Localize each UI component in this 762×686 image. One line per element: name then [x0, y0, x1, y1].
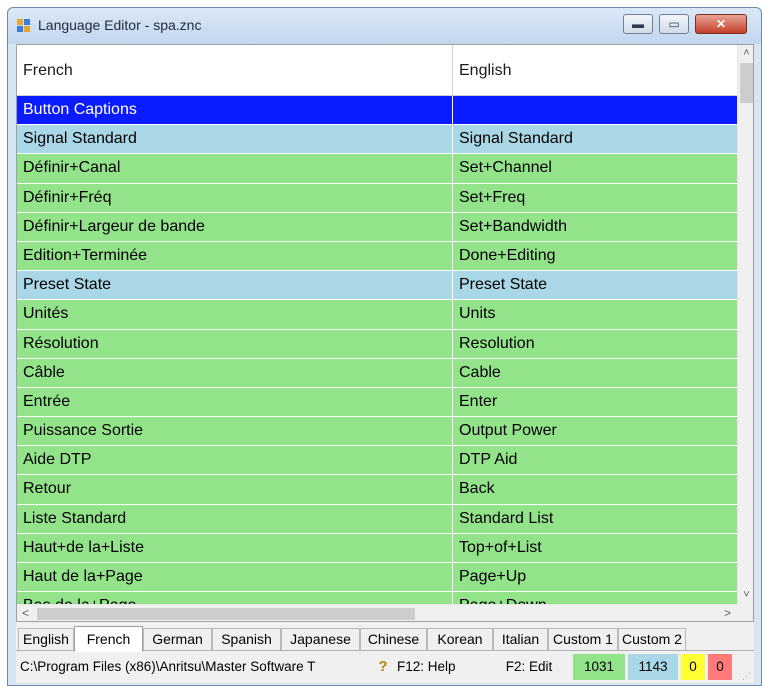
table-row[interactable]: Définir+Fréq Set+Freq	[17, 183, 737, 213]
french-cell[interactable]: Unités	[17, 300, 453, 329]
grid-rows: Button Captions Signal Standard Signal Sta…	[17, 96, 737, 621]
tab-custom-2[interactable]: Custom 2	[618, 628, 686, 650]
french-cell[interactable]: Button Captions	[17, 96, 453, 125]
tab-japanese[interactable]: Japanese	[281, 628, 360, 650]
english-cell[interactable]: DTP Aid	[453, 446, 737, 474]
french-cell[interactable]: Définir+Canal	[17, 154, 453, 183]
file-path: C:\Program Files (x86)\Anritsu\Master So…	[20, 659, 316, 674]
english-cell[interactable]: Page+Up	[453, 563, 737, 591]
translation-grid: French English Button Captions Signal Sta…	[16, 44, 754, 622]
section-row[interactable]: Signal Standard Signal Standard	[17, 125, 737, 155]
english-cell[interactable]: Standard List	[453, 505, 737, 533]
vertical-scroll-thumb[interactable]	[740, 63, 753, 103]
tab-english[interactable]: English	[18, 628, 74, 650]
tab-spanish[interactable]: Spanish	[212, 628, 281, 650]
grid-header: French English	[17, 45, 737, 96]
app-icon	[17, 19, 31, 33]
scrollbar-corner	[737, 604, 753, 621]
english-cell[interactable]: Signal Standard	[453, 125, 737, 153]
french-cell[interactable]: Retour	[17, 475, 453, 504]
english-cell[interactable]: Top+of+List	[453, 534, 737, 562]
english-cell[interactable]: Output Power	[453, 417, 737, 445]
english-cell[interactable]: Set+Channel	[453, 154, 737, 182]
count-green: 1031	[573, 654, 625, 680]
french-cell[interactable]: Puissance Sortie	[17, 417, 453, 446]
english-cell[interactable]: Resolution	[453, 330, 737, 358]
french-cell[interactable]: Définir+Largeur de bande	[17, 212, 453, 241]
french-cell[interactable]: Haut+de la+Liste	[17, 533, 453, 562]
tab-korean[interactable]: Korean	[427, 628, 493, 650]
language-editor-window: Language Editor - spa.znc ▬ ▭ ✕ French E…	[7, 7, 762, 686]
english-cell[interactable]: Set+Bandwidth	[453, 213, 737, 241]
help-label: F12: Help	[397, 659, 456, 674]
edit-panel[interactable]: F2: Edit	[488, 654, 570, 680]
horizontal-scrollbar[interactable]: < >	[17, 604, 737, 621]
english-cell[interactable]	[453, 96, 737, 125]
maximize-button[interactable]: ▭	[659, 14, 689, 34]
tab-french[interactable]: French	[74, 626, 143, 652]
french-cell[interactable]: Entrée	[17, 387, 453, 417]
column-header-english[interactable]: English	[453, 45, 737, 96]
french-cell[interactable]: Définir+Fréq	[17, 183, 453, 212]
vertical-scrollbar[interactable]: ˄ ˅	[737, 45, 753, 604]
table-row[interactable]: Aide DTP DTP Aid	[17, 446, 737, 476]
tab-german[interactable]: German	[143, 628, 212, 650]
scroll-up-icon[interactable]: ˄	[738, 45, 753, 62]
english-cell[interactable]: Set+Freq	[453, 184, 737, 212]
scroll-down-icon[interactable]: ˅	[738, 587, 753, 604]
french-cell[interactable]: Preset State	[17, 271, 453, 300]
tab-custom-1[interactable]: Custom 1	[548, 628, 618, 650]
table-row[interactable]: Liste Standard Standard List	[17, 504, 737, 534]
tab-chinese[interactable]: Chinese	[360, 628, 427, 650]
resize-grip-icon[interactable]: ⋰	[742, 671, 752, 681]
french-cell[interactable]: Edition+Terminée	[17, 241, 453, 271]
english-cell[interactable]: Preset State	[453, 271, 737, 299]
scroll-left-icon[interactable]: <	[17, 605, 34, 621]
english-cell[interactable]: Back	[453, 475, 737, 503]
title-bar[interactable]: Language Editor - spa.znc ▬ ▭ ✕	[8, 8, 761, 44]
client-area: French English Button Captions Signal Sta…	[16, 44, 754, 683]
table-row[interactable]: Haut+de la+Liste Top+of+List	[17, 533, 737, 563]
table-row[interactable]: Résolution Resolution	[17, 329, 737, 359]
table-row[interactable]: Câble Cable	[17, 358, 737, 388]
table-row[interactable]: Haut de la+Page Page+Up	[17, 563, 737, 593]
table-row[interactable]: Retour Back	[17, 475, 737, 505]
status-bar: C:\Program Files (x86)\Anritsu\Master So…	[16, 650, 754, 683]
close-button[interactable]: ✕	[695, 14, 747, 34]
french-cell[interactable]: Haut de la+Page	[17, 563, 453, 592]
window-title: Language Editor - spa.znc	[38, 17, 202, 33]
tab-italian[interactable]: Italian	[493, 628, 548, 650]
count-red: 0	[708, 654, 732, 680]
count-yellow: 0	[681, 654, 705, 680]
horizontal-scroll-thumb[interactable]	[37, 608, 415, 620]
french-cell[interactable]: Résolution	[17, 329, 453, 358]
help-panel[interactable]: ? F12: Help	[371, 654, 485, 680]
table-row[interactable]: Edition+Terminée Done+Editing	[17, 241, 737, 272]
table-row[interactable]: Entrée Enter	[17, 387, 737, 418]
english-cell[interactable]: Cable	[453, 359, 737, 387]
scroll-right-icon[interactable]: >	[719, 605, 736, 621]
english-cell[interactable]: Units	[453, 300, 737, 328]
english-cell[interactable]: Enter	[453, 388, 737, 416]
french-cell[interactable]: Liste Standard	[17, 504, 453, 533]
french-cell[interactable]: Câble	[17, 358, 453, 387]
table-row[interactable]: Définir+Largeur de bande Set+Bandwidth	[17, 212, 737, 242]
help-icon: ?	[378, 658, 388, 675]
table-row[interactable]: Button Captions	[17, 96, 737, 126]
table-row[interactable]: Unités Units	[17, 300, 737, 330]
french-cell[interactable]: Signal Standard	[17, 125, 453, 154]
minimize-button[interactable]: ▬	[623, 14, 653, 34]
column-header-french[interactable]: French	[17, 45, 453, 96]
language-tabs: English French German Spanish Japanese Chines…	[16, 626, 754, 652]
count-blue: 1143	[628, 654, 678, 680]
table-row[interactable]: Puissance Sortie Output Power	[17, 417, 737, 447]
table-row[interactable]: Définir+Canal Set+Channel	[17, 154, 737, 184]
section-row[interactable]: Preset State Preset State	[17, 271, 737, 301]
english-cell[interactable]: Done+Editing	[453, 242, 737, 270]
french-cell[interactable]: Aide DTP	[17, 446, 453, 475]
